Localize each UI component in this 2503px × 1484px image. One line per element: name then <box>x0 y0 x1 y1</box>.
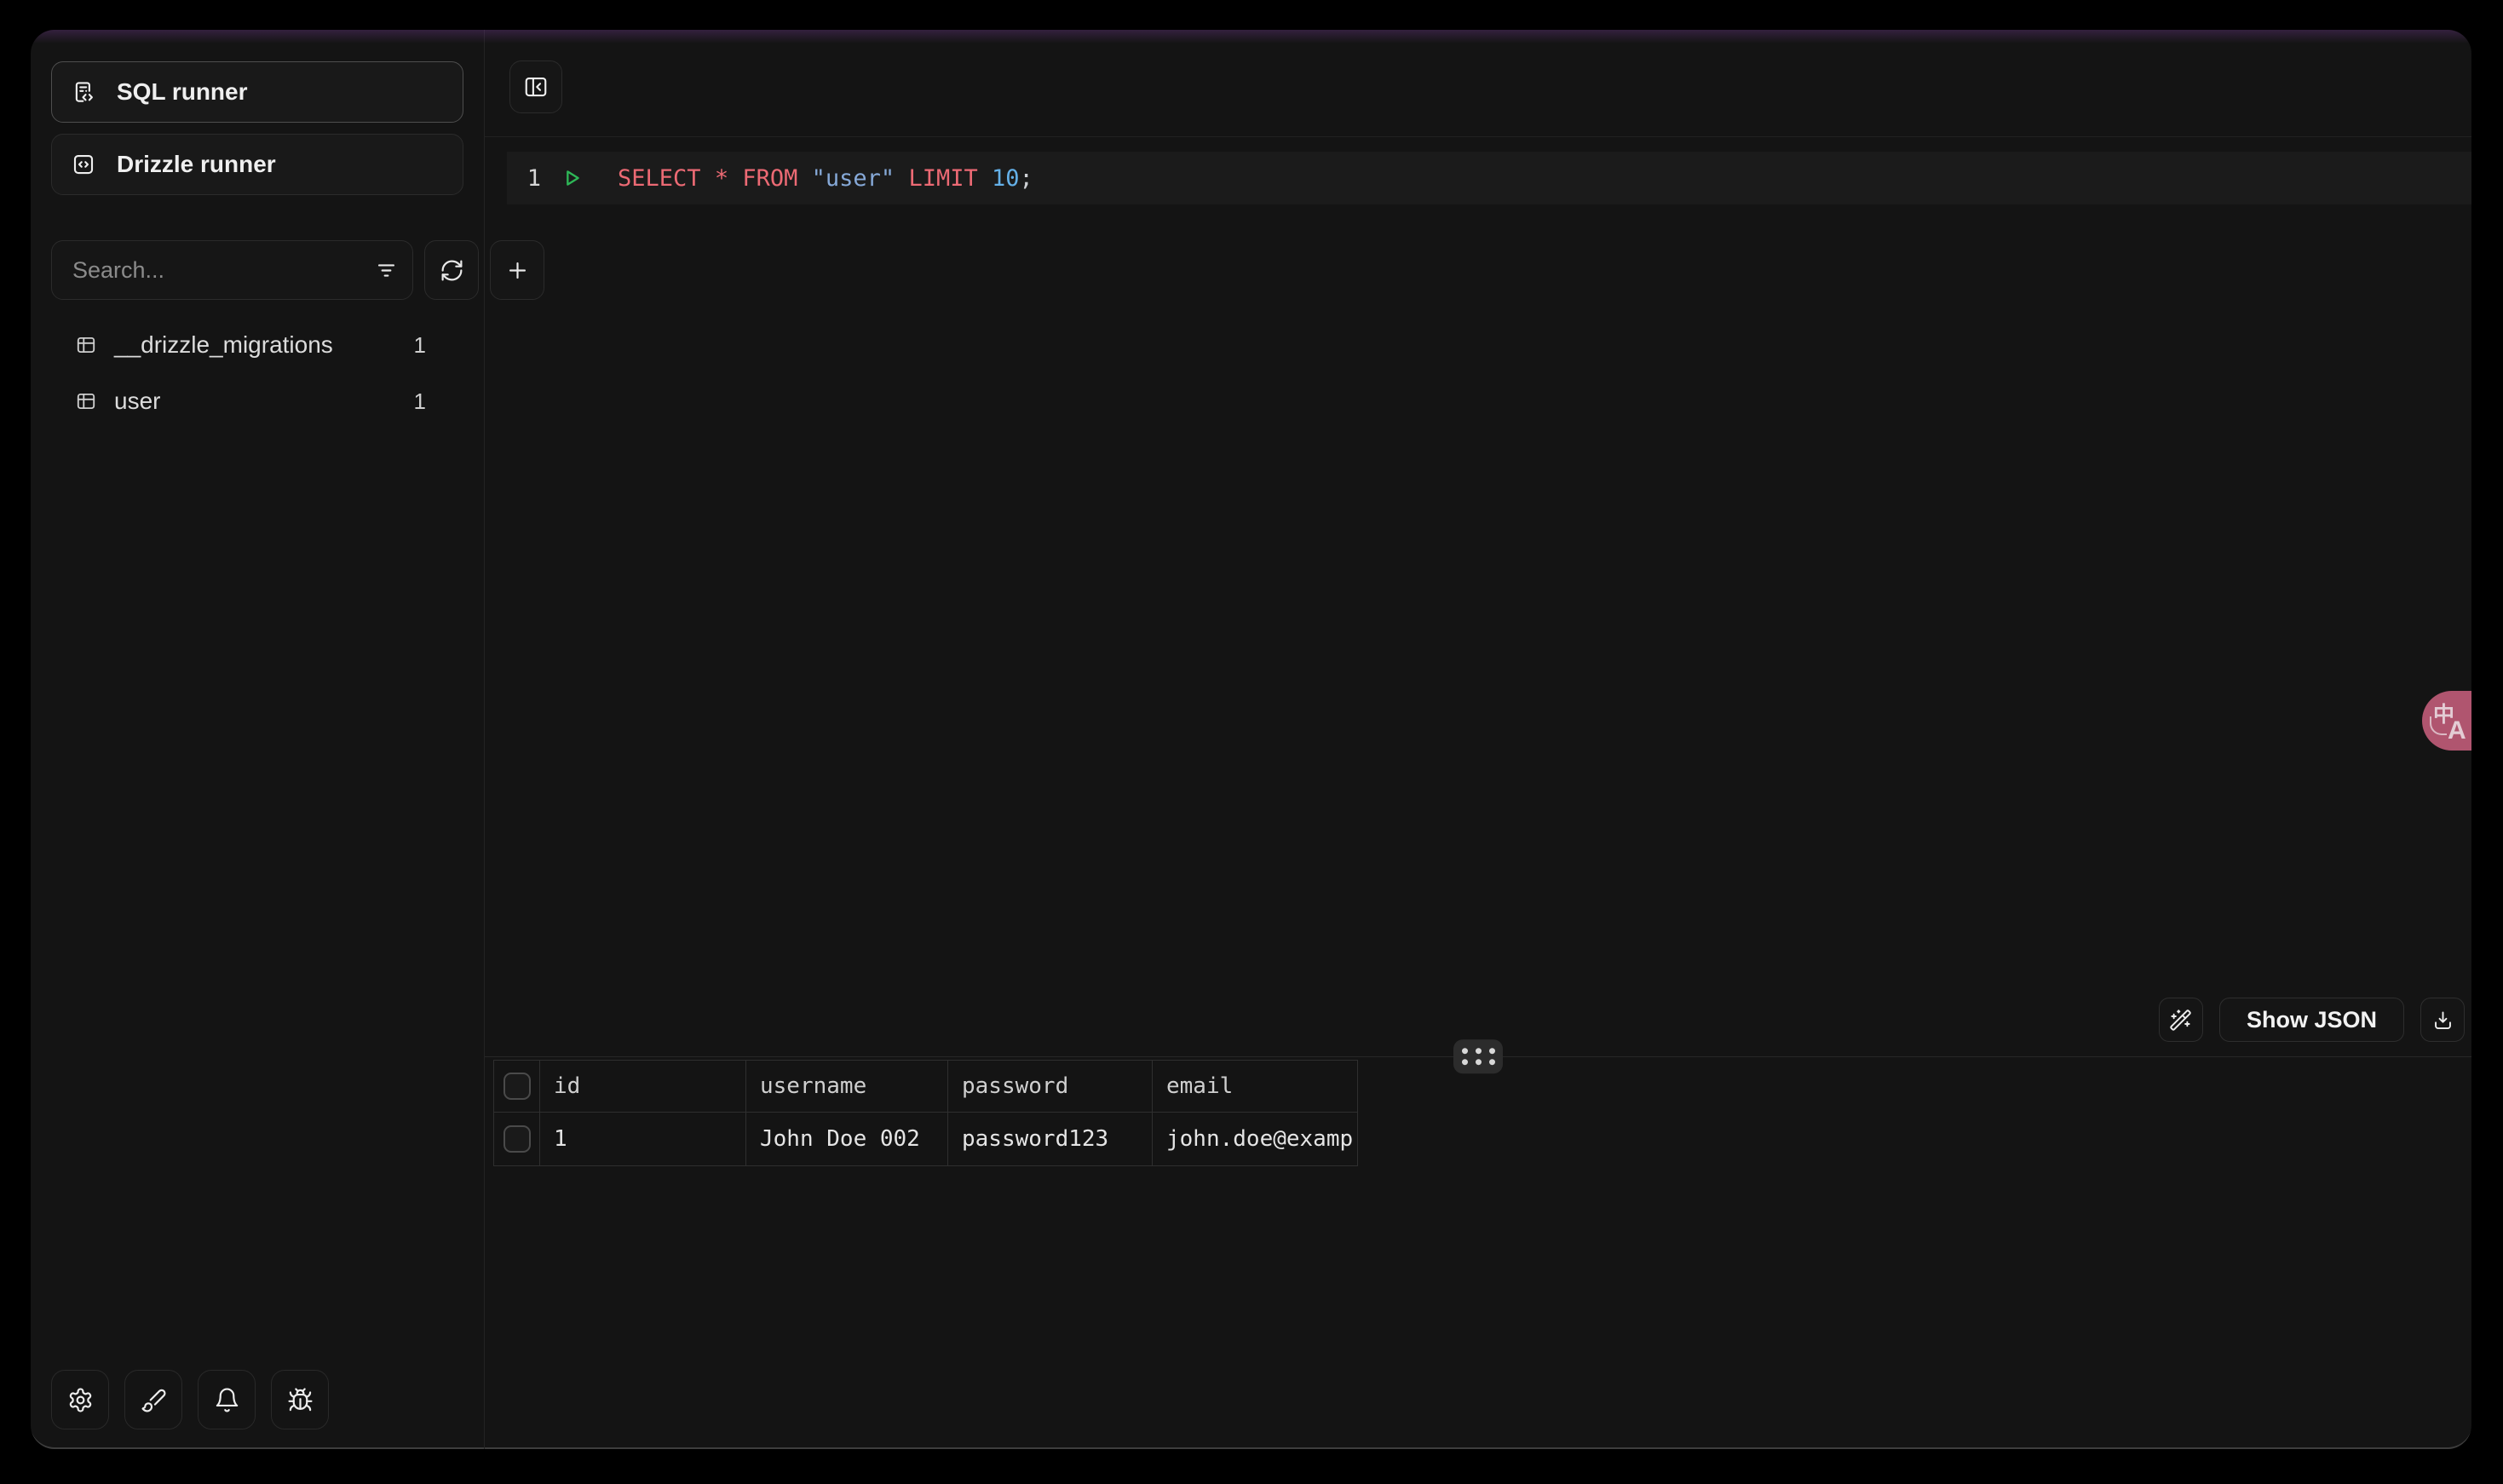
bell-icon <box>214 1387 240 1413</box>
sql-runner-label: SQL runner <box>117 78 248 106</box>
play-icon <box>560 166 584 190</box>
show-json-label: Show JSON <box>2247 1007 2377 1033</box>
select-all-checkbox[interactable] <box>503 1073 531 1100</box>
sql-token: FROM <box>742 165 797 192</box>
editor-active-line[interactable]: 1 SELECT * FROM "user" LIMIT 10; <box>507 152 2471 204</box>
column-header-username[interactable]: username <box>746 1061 948 1113</box>
results-panel: id username password email 1 John Doe 00… <box>485 1056 2471 1449</box>
settings-button[interactable] <box>51 1370 109 1429</box>
collapse-sidebar-button[interactable] <box>509 60 562 113</box>
download-button[interactable] <box>2420 998 2465 1042</box>
wand-sparkles-icon <box>2169 1009 2192 1032</box>
sql-runner-button[interactable]: SQL runner <box>51 61 463 123</box>
sql-token <box>728 165 742 192</box>
sidebar-footer <box>51 1370 463 1429</box>
table-item-drizzle-migrations[interactable]: __drizzle_migrations 1 <box>51 319 463 371</box>
show-json-button[interactable]: Show JSON <box>2219 998 2404 1042</box>
file-code-icon <box>71 79 96 105</box>
download-icon <box>2431 1009 2454 1032</box>
cell-id[interactable]: 1 <box>540 1113 746 1166</box>
format-query-button[interactable] <box>2159 998 2203 1042</box>
table-row[interactable]: 1 John Doe 002 password123 john.doe@exam… <box>494 1113 1358 1166</box>
report-bug-button[interactable] <box>271 1370 329 1429</box>
refresh-icon <box>440 258 464 283</box>
bug-icon <box>287 1387 314 1413</box>
main-topbar <box>485 30 2471 137</box>
sql-token <box>978 165 992 192</box>
code-square-icon <box>71 152 96 177</box>
cell-email[interactable]: john.doe@examp <box>1153 1113 1358 1166</box>
row-checkbox[interactable] <box>503 1125 531 1153</box>
column-header-id[interactable]: id <box>540 1061 746 1113</box>
sql-token <box>895 165 908 192</box>
table-row-count: 1 <box>414 388 426 415</box>
results-table: id username password email 1 John Doe 00… <box>493 1060 1358 1166</box>
column-header-email[interactable]: email <box>1153 1061 1358 1113</box>
table-icon <box>75 390 97 412</box>
sql-token: 10 <box>992 165 1020 192</box>
brush-icon <box>141 1387 167 1413</box>
sql-token: ; <box>1020 165 1033 192</box>
sql-query-text: SELECT * FROM "user" LIMIT 10; <box>618 165 1033 192</box>
cell-username[interactable]: John Doe 002 <box>746 1113 948 1166</box>
results-header-row: id username password email <box>494 1061 1358 1113</box>
theme-button[interactable] <box>124 1370 182 1429</box>
translate-latin-glyph: A <box>2448 716 2466 745</box>
column-header-password[interactable]: password <box>948 1061 1153 1113</box>
filter-icon[interactable] <box>374 258 399 283</box>
search-input[interactable] <box>72 257 374 284</box>
drizzle-runner-button[interactable]: Drizzle runner <box>51 134 463 195</box>
sql-token: LIMIT <box>908 165 977 192</box>
notifications-button[interactable] <box>198 1370 256 1429</box>
table-row-count: 1 <box>414 332 426 359</box>
sql-token <box>797 165 811 192</box>
run-query-button[interactable] <box>560 166 584 190</box>
sql-token: SELECT <box>618 165 701 192</box>
translate-arrow <box>2430 716 2447 735</box>
app-window: SQL runner Drizzle runner <box>31 30 2471 1449</box>
settings-icon <box>67 1387 94 1413</box>
refresh-button[interactable] <box>424 240 479 300</box>
sql-token: "user" <box>812 165 895 192</box>
table-name: user <box>114 388 160 415</box>
drizzle-runner-label: Drizzle runner <box>117 151 276 178</box>
cell-password[interactable]: password123 <box>948 1113 1153 1166</box>
panel-resize-handle[interactable] <box>1453 1039 1503 1073</box>
sql-token <box>701 165 715 192</box>
sql-editor[interactable]: 1 SELECT * FROM "user" LIMIT 10; <box>485 137 2471 1056</box>
line-number: 1 <box>507 165 541 192</box>
table-item-user[interactable]: user 1 <box>51 375 463 428</box>
search-row <box>51 240 463 300</box>
results-toolbar: Show JSON <box>2159 998 2465 1042</box>
sql-token: * <box>715 165 728 192</box>
search-input-wrap <box>51 240 413 300</box>
main-panel: 1 SELECT * FROM "user" LIMIT 10; <box>485 30 2471 1449</box>
tables-list: __drizzle_migrations 1 user 1 <box>51 319 463 428</box>
sidebar: SQL runner Drizzle runner <box>31 30 485 1449</box>
table-icon <box>75 334 97 356</box>
panel-left-close-icon <box>523 74 549 100</box>
table-name: __drizzle_migrations <box>114 331 333 359</box>
